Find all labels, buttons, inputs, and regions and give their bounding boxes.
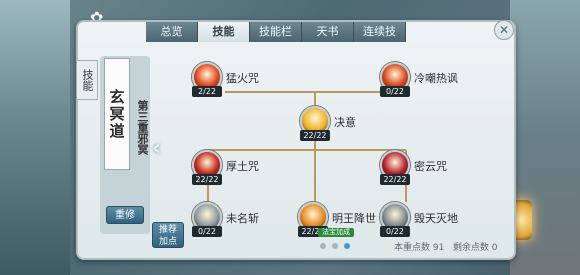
prev-page-arrow-icon[interactable]: ‹ (152, 136, 170, 162)
skill-hou-tu-zhou-level: 22/22 (192, 174, 222, 185)
skill-mi-yun-zhou-level: 22/22 (380, 174, 410, 185)
skill-mi-yun-zhou-label: 密云咒 (414, 160, 447, 173)
skill-jue-yi-label: 决意 (334, 116, 356, 129)
skill-hui-tian-mie-di-level: 0/22 (380, 226, 410, 237)
layer-points: 本重点数 91 (394, 243, 445, 253)
page-dot[interactable] (332, 243, 338, 249)
skill-jue-yi-level: 22/22 (300, 130, 330, 141)
layer-label: 第三重邪冥 (136, 100, 149, 155)
skill-meng-huo-zhou-level: 2/22 (192, 86, 222, 97)
tab-heavenly-book[interactable]: 天书 (302, 22, 354, 42)
points-summary: 本重点数 91 剩余点数 0 (394, 240, 498, 253)
page-dot-active[interactable] (344, 243, 350, 249)
artifact-bonus-badge: 法宝加成 (318, 228, 354, 237)
page-indicator (320, 243, 350, 249)
skill-meng-huo-zhou-label: 猛火咒 (226, 72, 259, 85)
skill-hui-tian-mie-di-label: 毁天灭地 (414, 212, 458, 225)
tab-combo[interactable]: 连续技 (354, 22, 406, 42)
tab-skill-bar[interactable]: 技能栏 (250, 22, 302, 42)
school-name: 玄冥道 (104, 58, 130, 170)
reset-button[interactable]: 重修 (106, 206, 144, 224)
skill-ming-wang-jiang-shi-label: 明王降世 (332, 212, 376, 225)
skill-wei-ming-zhan-label: 未名斩 (226, 212, 259, 225)
remaining-points: 剩余点数 0 (452, 243, 498, 253)
background-left (0, 0, 70, 275)
skill-leng-chao-re-feng-label: 冷嘲热讽 (414, 72, 458, 85)
skill-leng-chao-re-feng-level: 0/22 (380, 86, 410, 97)
recommend-points-button[interactable]: 推荐 加点 (152, 222, 184, 248)
skill-hou-tu-zhou-label: 厚土咒 (226, 160, 259, 173)
close-icon[interactable]: ✕ (494, 20, 514, 40)
page-dot[interactable] (320, 243, 326, 249)
skill-wei-ming-zhan-level: 0/22 (192, 226, 222, 237)
recommend-label-1: 推荐 (158, 225, 177, 235)
side-tab-skills[interactable]: 技能 (76, 60, 98, 100)
tab-bar: 总览 技能 技能栏 天书 连续技 (146, 22, 406, 42)
recommend-label-2: 加点 (158, 237, 177, 247)
tab-overview[interactable]: 总览 (146, 22, 198, 42)
tab-skills[interactable]: 技能 (198, 22, 250, 42)
